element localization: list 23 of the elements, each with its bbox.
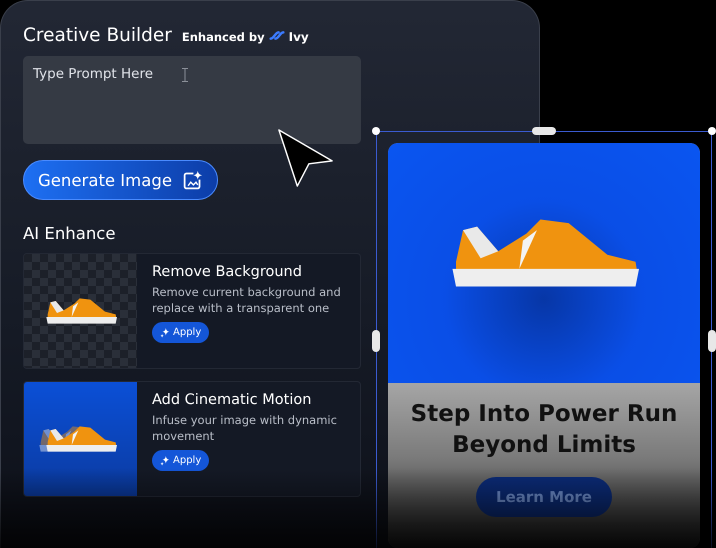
enhanced-by-label: Enhanced by <box>182 30 265 44</box>
card-title: Remove Background <box>152 264 302 280</box>
card-description: Remove current background and replace with a transparent one <box>152 284 342 316</box>
mouse-pointer-icon <box>277 127 335 189</box>
panel-title: Creative Builder <box>23 25 172 46</box>
generate-image-button[interactable]: Generate Image <box>23 160 218 200</box>
sparkle-icon <box>160 328 170 338</box>
card-description: Infuse your image with dynamic movement <box>152 412 338 444</box>
apply-button[interactable]: Apply <box>152 322 210 343</box>
apply-button[interactable]: Apply <box>152 450 210 471</box>
section-heading: AI Enhance <box>23 224 116 243</box>
resize-handle[interactable] <box>708 330 716 352</box>
image-sparkle-icon <box>182 170 203 190</box>
brand-logo-icon <box>268 30 285 41</box>
text-cursor-icon <box>182 68 188 82</box>
ad-headline: Step Into Power Run Beyond Limits <box>410 400 678 460</box>
sparkle-icon <box>160 456 170 466</box>
card-title: Add Cinematic Motion <box>152 392 312 408</box>
brand-name: Ivy <box>288 30 309 44</box>
resize-handle[interactable] <box>532 127 556 135</box>
prompt-field[interactable]: Type Prompt Here <box>23 56 361 144</box>
corner-handle[interactable] <box>708 127 716 135</box>
resize-handle[interactable] <box>372 330 380 352</box>
